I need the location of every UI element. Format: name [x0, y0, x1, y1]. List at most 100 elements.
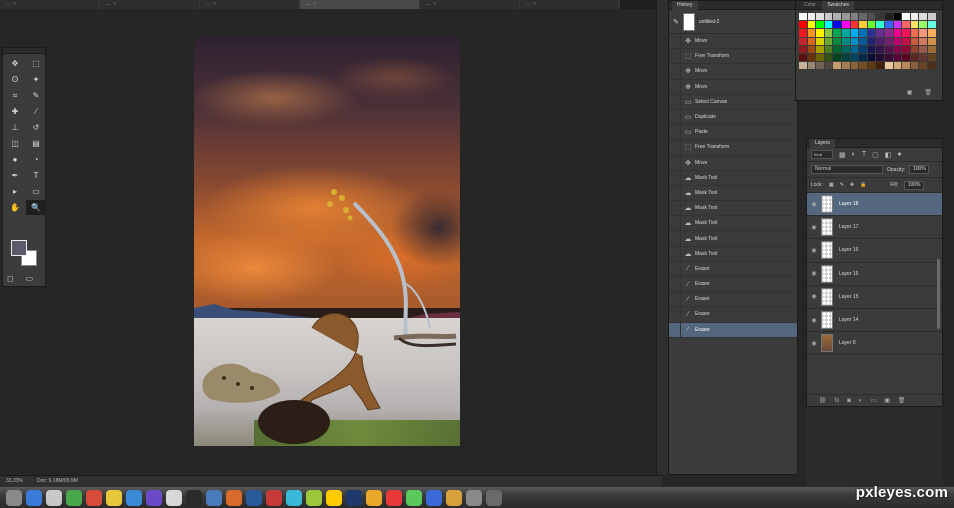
- blend-mode-select[interactable]: Normal: [811, 165, 883, 174]
- dock-app-icon[interactable]: [6, 489, 22, 506]
- color-swatch[interactable]: [876, 13, 884, 21]
- visibility-eye-icon[interactable]: ◉: [807, 201, 821, 208]
- layer-row[interactable]: ◉ Layer 15: [807, 263, 942, 286]
- color-swatch[interactable]: [850, 53, 859, 62]
- history-item[interactable]: ☁ Mask Tool: [669, 231, 797, 247]
- color-swatch[interactable]: [833, 21, 841, 29]
- history-source-checkbox[interactable]: [669, 170, 681, 185]
- history-item[interactable]: ⬚ Free Transform: [669, 49, 797, 65]
- color-swatch[interactable]: [841, 45, 850, 53]
- link-layers-icon[interactable]: ⛓: [819, 397, 827, 404]
- color-swatch[interactable]: [867, 21, 876, 29]
- color-swatch[interactable]: [902, 13, 910, 21]
- dock-app-icon[interactable]: [126, 489, 142, 506]
- visibility-eye-icon[interactable]: ◉: [807, 270, 821, 277]
- filter-shape-icon[interactable]: ▢: [872, 151, 879, 159]
- layer-row[interactable]: ◉ Layer 14: [807, 309, 942, 333]
- color-swatch[interactable]: [902, 37, 910, 45]
- quick-mask-icon[interactable]: ◻: [7, 274, 14, 283]
- layer-style-icon[interactable]: fx: [835, 398, 840, 404]
- color-swatch[interactable]: [850, 45, 859, 53]
- close-tab-icon[interactable]: ×: [213, 1, 216, 7]
- history-source-checkbox[interactable]: [669, 185, 681, 201]
- add-mask-icon[interactable]: ◙: [847, 398, 851, 404]
- color-swatch[interactable]: [841, 13, 850, 21]
- marquee-tool-icon[interactable]: ⬚: [26, 56, 46, 71]
- color-swatch[interactable]: [902, 62, 910, 70]
- history-item[interactable]: ▭ Duplicate: [669, 109, 797, 126]
- color-swatch[interactable]: [824, 37, 833, 45]
- filter-toggle-icon[interactable]: ●: [897, 151, 901, 158]
- history-source-checkbox[interactable]: [669, 261, 681, 276]
- color-swatch[interactable]: [850, 62, 859, 70]
- color-swatch[interactable]: [833, 13, 841, 21]
- color-swatch[interactable]: [833, 53, 841, 62]
- color-swatch[interactable]: [799, 37, 807, 45]
- visibility-eye-icon[interactable]: ◉: [807, 224, 821, 231]
- color-swatch[interactable]: [867, 13, 876, 21]
- color-swatch[interactable]: [816, 21, 824, 29]
- history-item[interactable]: ☁ Mask Tool: [669, 201, 797, 217]
- history-source-checkbox[interactable]: [669, 79, 681, 94]
- visibility-eye-icon[interactable]: ◉: [807, 340, 821, 347]
- new-swatch-icon[interactable]: ▣: [907, 89, 913, 96]
- dock-app-icon[interactable]: [486, 489, 502, 506]
- layer-row[interactable]: ◉ Layer 17: [807, 216, 942, 240]
- color-swatch[interactable]: [867, 53, 876, 62]
- dock-app-icon[interactable]: [306, 489, 322, 506]
- color-swatch[interactable]: [850, 37, 859, 45]
- document-tab[interactable]: ... ×: [0, 0, 100, 9]
- blur-tool-icon[interactable]: ●: [5, 152, 25, 167]
- color-swatch[interactable]: [902, 53, 910, 62]
- color-swatch[interactable]: [799, 13, 807, 21]
- dock-app-icon[interactable]: [326, 489, 342, 506]
- color-swatch[interactable]: [833, 29, 841, 37]
- dock-app-icon[interactable]: [446, 489, 462, 506]
- color-swatch[interactable]: [884, 29, 893, 37]
- crop-tool-icon[interactable]: ⌗: [5, 88, 25, 103]
- dock-app-icon[interactable]: [226, 489, 242, 506]
- history-source-checkbox[interactable]: [669, 277, 681, 292]
- color-swatch[interactable]: [876, 62, 884, 70]
- history-item[interactable]: ∕ Eraser: [669, 307, 797, 323]
- close-tab-icon[interactable]: ×: [533, 1, 536, 7]
- lock-pixels-icon[interactable]: ✎: [840, 182, 844, 188]
- dock-app-icon[interactable]: [166, 489, 182, 506]
- history-item[interactable]: ∕ Eraser: [669, 261, 797, 277]
- adjustment-layer-icon[interactable]: ◐: [859, 398, 863, 404]
- color-swatch[interactable]: [859, 53, 867, 62]
- history-brush-tool-icon[interactable]: ↺: [26, 120, 46, 135]
- layers-scrollbar[interactable]: [937, 259, 940, 329]
- lasso-tool-icon[interactable]: ʘ: [5, 72, 25, 87]
- history-item[interactable]: ∕ Eraser: [669, 292, 797, 308]
- dock-app-icon[interactable]: [206, 489, 222, 506]
- visibility-eye-icon[interactable]: ◉: [807, 247, 821, 254]
- color-swatch[interactable]: [876, 21, 884, 29]
- close-tab-icon[interactable]: ×: [313, 1, 316, 7]
- color-swatch[interactable]: [816, 53, 824, 62]
- close-tab-icon[interactable]: ×: [13, 1, 16, 7]
- color-swatch[interactable]: [859, 45, 867, 53]
- eyedropper-tool-icon[interactable]: ✎: [26, 88, 46, 103]
- history-source-checkbox[interactable]: [669, 231, 681, 246]
- color-swatch[interactable]: [824, 21, 833, 29]
- history-item[interactable]: ▭ Select Canvas: [669, 94, 797, 110]
- history-item[interactable]: ▭ Paste: [669, 125, 797, 141]
- stamp-tool-icon[interactable]: ⊥: [5, 120, 25, 135]
- color-swatch[interactable]: [893, 53, 902, 62]
- visibility-eye-icon[interactable]: ◉: [807, 317, 821, 324]
- color-swatch[interactable]: [799, 21, 807, 29]
- filter-smart-icon[interactable]: ◧: [885, 151, 892, 159]
- screen-mode-icon[interactable]: ▭: [26, 274, 34, 283]
- lock-transparent-icon[interactable]: ▦: [829, 182, 834, 188]
- color-swatch[interactable]: [799, 53, 807, 62]
- color-swatch[interactable]: [884, 37, 893, 45]
- color-swatch[interactable]: [867, 45, 876, 53]
- gradient-tool-icon[interactable]: ▤: [26, 136, 46, 151]
- dock-app-icon[interactable]: [406, 489, 422, 506]
- color-swatch[interactable]: [919, 45, 927, 53]
- color-swatch[interactable]: [919, 53, 927, 62]
- color-swatch[interactable]: [867, 37, 876, 45]
- history-source-checkbox[interactable]: [669, 216, 681, 231]
- document-tab[interactable]: ... ×: [520, 0, 620, 9]
